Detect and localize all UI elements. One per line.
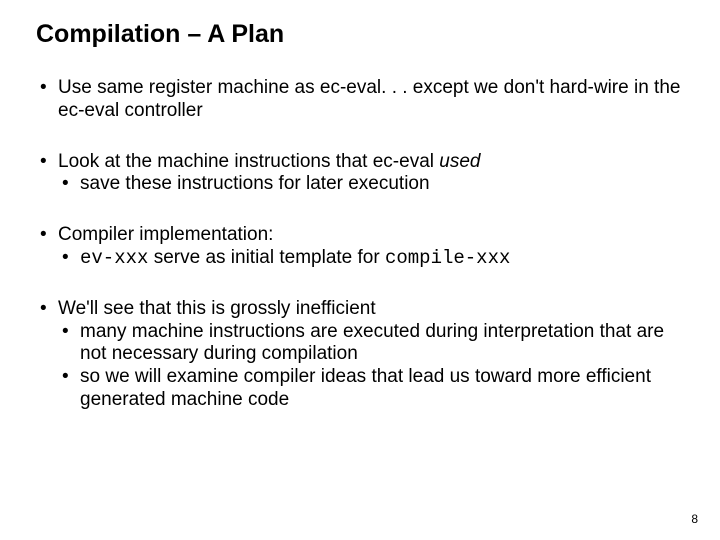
page-number: 8 bbox=[691, 512, 698, 526]
list-item: Use same register machine as ec-eval. . … bbox=[36, 77, 684, 123]
bullet-text: save these instructions for later execut… bbox=[80, 173, 430, 194]
code-text: compile-xxx bbox=[385, 247, 510, 269]
slide: Compilation – A Plan Use same register m… bbox=[0, 0, 720, 540]
list-item: ev-xxx serve as initial template for com… bbox=[58, 247, 684, 270]
bullet-text: serve as initial template for bbox=[148, 247, 385, 268]
bullet-text: Compiler implementation: bbox=[58, 224, 273, 245]
list-item: so we will examine compiler ideas that l… bbox=[58, 366, 684, 412]
slide-title: Compilation – A Plan bbox=[36, 20, 684, 49]
list-item: Look at the machine instructions that ec… bbox=[36, 151, 684, 197]
sub-list: many machine instructions are executed d… bbox=[58, 321, 684, 412]
list-item: many machine instructions are executed d… bbox=[58, 321, 684, 367]
bullet-text: many machine instructions are executed d… bbox=[80, 321, 664, 365]
bullet-text: Look at the machine instructions that ec… bbox=[58, 151, 439, 172]
list-item: Compiler implementation: ev-xxx serve as… bbox=[36, 224, 684, 270]
italic-text: used bbox=[439, 151, 480, 172]
sub-list: save these instructions for later execut… bbox=[58, 173, 684, 196]
bullet-text: so we will examine compiler ideas that l… bbox=[80, 366, 651, 410]
list-item: save these instructions for later execut… bbox=[58, 173, 684, 196]
list-item: We'll see that this is grossly inefficie… bbox=[36, 298, 684, 412]
sub-list: ev-xxx serve as initial template for com… bbox=[58, 247, 684, 270]
bullet-list: Use same register machine as ec-eval. . … bbox=[36, 77, 684, 412]
bullet-text: We'll see that this is grossly inefficie… bbox=[58, 298, 376, 319]
bullet-text: Use same register machine as ec-eval. . … bbox=[58, 77, 680, 121]
code-text: ev-xxx bbox=[80, 247, 148, 269]
